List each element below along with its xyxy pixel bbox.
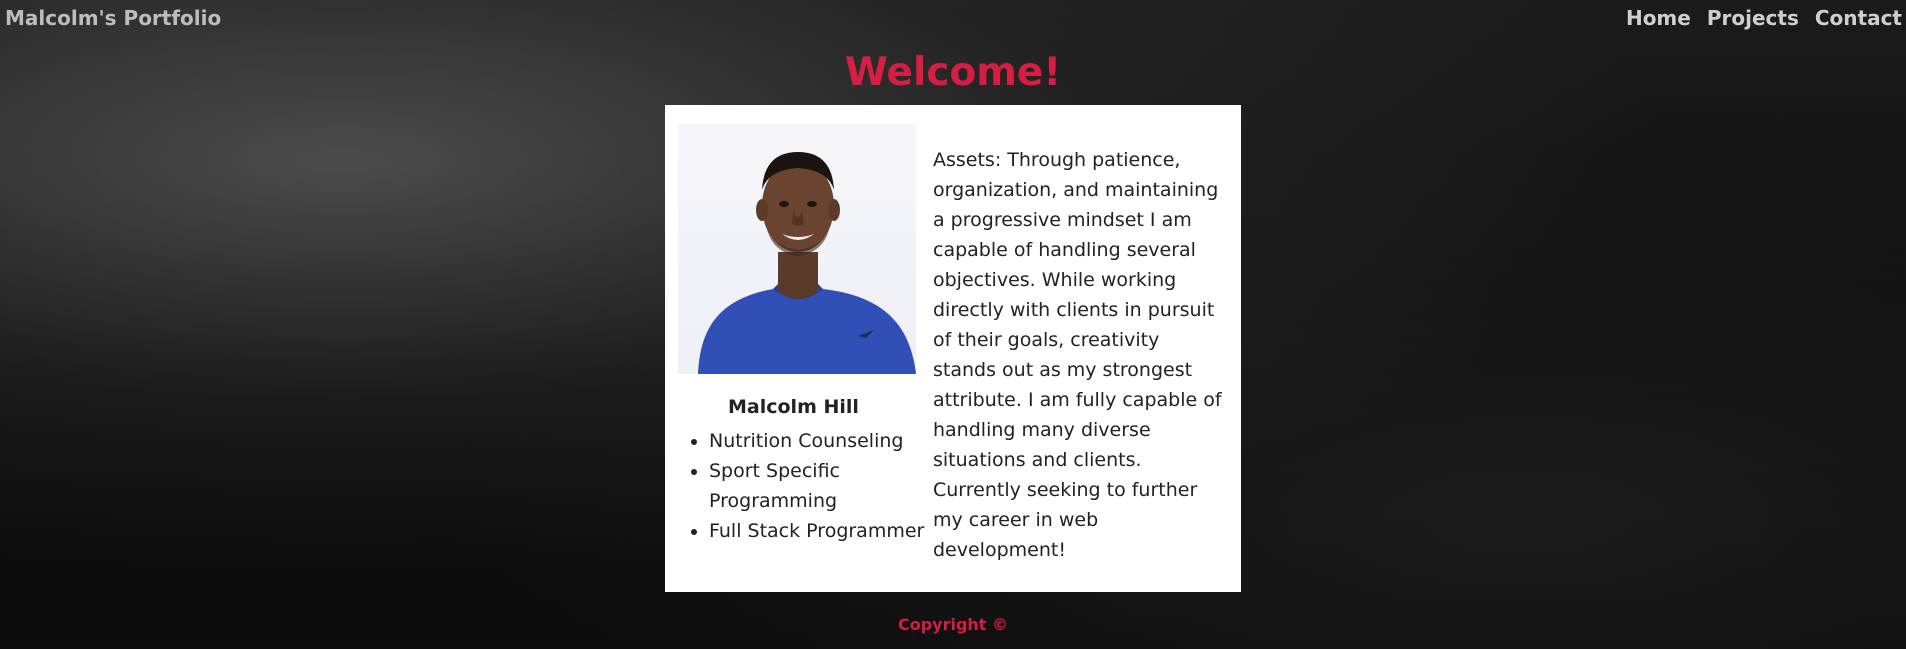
copyright-text: Copyright ©	[897, 615, 1009, 634]
profile-photo-image	[698, 152, 916, 374]
profile-card: Malcolm Hill Nutrition Counseling Sport …	[665, 105, 1241, 592]
skill-item: Sport Specific Programming	[709, 456, 929, 516]
site-brand[interactable]: Malcolm's Portfolio	[5, 6, 221, 30]
nav-contact-link[interactable]: Contact	[1815, 6, 1902, 30]
skill-item: Nutrition Counseling	[709, 426, 929, 456]
profile-photo	[678, 124, 916, 374]
skills-list: Nutrition Counseling Sport Specific Prog…	[678, 426, 929, 546]
main-nav: Home Projects Contact	[1626, 6, 1902, 30]
profile-bio: Assets: Through patience, organization, …	[933, 149, 1222, 561]
nav-projects-link[interactable]: Projects	[1707, 6, 1799, 30]
nav-home-link[interactable]: Home	[1626, 6, 1691, 30]
skill-item: Full Stack Programmer	[709, 516, 929, 546]
profile-name: Malcolm Hill	[728, 396, 859, 418]
welcome-heading: Welcome!	[844, 50, 1062, 95]
